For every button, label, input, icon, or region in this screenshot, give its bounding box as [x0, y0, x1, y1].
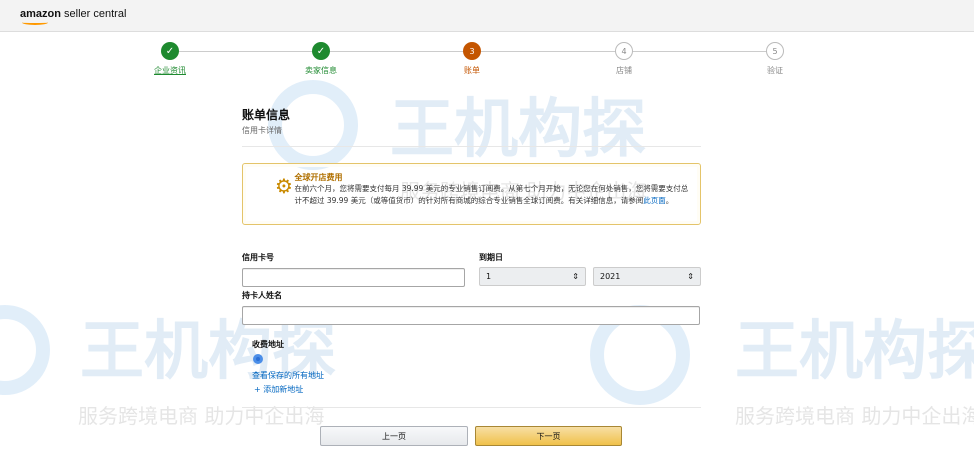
step-seller-info[interactable]: ✓ 卖家信息 [281, 42, 361, 76]
expiry-year-value: 2021 [600, 272, 621, 281]
watermark-slogan: 服务跨境电商 助力中企出海 [78, 404, 325, 428]
expiry-month-value: 1 [486, 272, 492, 281]
step-label: 企业资讯 [154, 66, 186, 75]
watermark-slogan: 服务跨境电商 助力中企出海 [735, 404, 974, 428]
billing-address-group: 收费地址 查看保存的所有地址 + 添加新地址 [252, 339, 324, 395]
alert-end: 。 [665, 196, 674, 205]
address-radio[interactable] [253, 354, 263, 364]
alert-title: 全球开店费用 [294, 173, 343, 182]
select-arrows-icon: ⇕ [572, 272, 579, 281]
expiry-year-select[interactable]: 2021 ⇕ [593, 267, 701, 286]
alert-text: 在前六个月，您将需要支付每月 39.99 美元的专业销售订阅费。从第七个月开始，… [294, 184, 689, 205]
step-label: 卖家信息 [305, 66, 337, 75]
divider [242, 407, 701, 408]
step-billing: 3 账单 [432, 42, 512, 76]
amazon-seller-central-logo[interactable]: amazon seller central [20, 8, 974, 25]
watermark-logo [0, 305, 50, 395]
page-title: 账单信息 [242, 108, 291, 122]
billing-section: 账单信息 信用卡详情 ⚙ 全球开店费用 在前六个月，您将需要支付每月 39.99… [242, 106, 701, 225]
expiry-group: 到期日 1 ⇕ 2021 ⇕ [479, 252, 701, 286]
step-number: 3 [463, 42, 481, 60]
page-subtitle: 信用卡详情 [242, 125, 701, 147]
fee-alert: ⚙ 全球开店费用 在前六个月，您将需要支付每月 39.99 美元的专业销售订阅费… [242, 163, 701, 225]
cardholder-name-input[interactable] [242, 306, 700, 325]
step-number: 5 [766, 42, 784, 60]
expiry-month-select[interactable]: 1 ⇕ [479, 267, 586, 286]
step-store: 4 店铺 [584, 42, 664, 76]
holder-group: 持卡人姓名 [242, 290, 700, 325]
badge-percent-icon: ⚙ [275, 174, 293, 198]
step-label: 账单 [464, 66, 480, 75]
logo-brand: amazon [20, 8, 61, 20]
step-label: 店铺 [616, 66, 632, 75]
view-saved-addresses-link[interactable]: 查看保存的所有地址 [252, 370, 324, 381]
select-arrows-icon: ⇕ [687, 272, 694, 281]
progress-stepper: ✓ 企业资讯 ✓ 卖家信息 3 账单 4 店铺 5 验证 [0, 42, 974, 82]
step-verify: 5 验证 [735, 42, 815, 76]
holder-label: 持卡人姓名 [242, 291, 282, 300]
alert-body: 在前六个月，您将需要支付每月 39.99 美元的专业销售订阅费。从第七个月开始，… [294, 183, 690, 207]
card-number-input[interactable] [242, 268, 465, 287]
watermark-brand: 王机构探 [735, 315, 974, 389]
expiry-label: 到期日 [479, 253, 503, 262]
smile-icon [22, 20, 48, 25]
check-icon: ✓ [312, 42, 330, 60]
step-label: 验证 [767, 66, 783, 75]
header: amazon seller central [0, 0, 974, 32]
card-number-group: 信用卡号 [242, 252, 465, 287]
address-label: 收费地址 [252, 340, 284, 349]
logo-product: seller central [64, 8, 127, 20]
next-button[interactable]: 下一页 [475, 426, 622, 446]
card-number-label: 信用卡号 [242, 253, 274, 262]
this-page-link[interactable]: 此页面 [643, 196, 666, 205]
step-company-info[interactable]: ✓ 企业资讯 [130, 42, 210, 76]
step-number: 4 [615, 42, 633, 60]
previous-button[interactable]: 上一页 [320, 426, 468, 446]
add-new-address-link[interactable]: + 添加新地址 [252, 384, 324, 395]
check-icon: ✓ [161, 42, 179, 60]
